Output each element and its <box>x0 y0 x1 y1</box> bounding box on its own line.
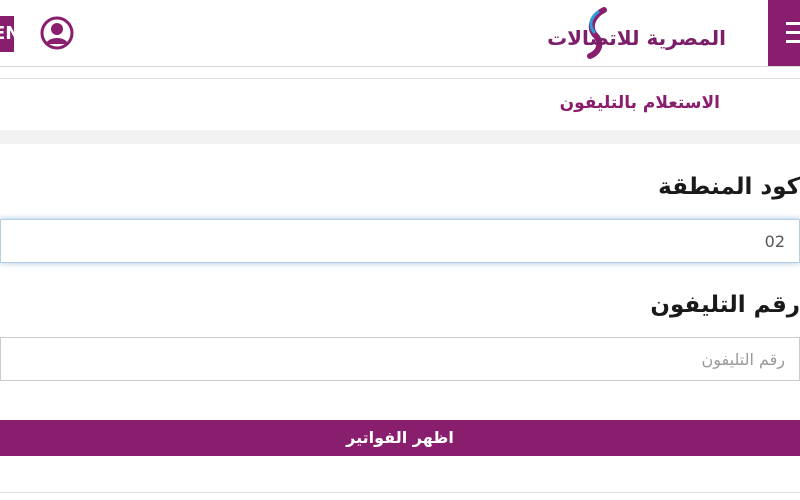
hamburger-menu-icon[interactable] <box>768 0 800 66</box>
area-code-label: كود المنطقة <box>658 174 800 200</box>
section-divider <box>0 130 800 144</box>
language-toggle-button[interactable]: EN <box>0 16 14 52</box>
breadcrumb: الاستعلام بالتليفون <box>0 78 800 132</box>
area-code-field[interactable] <box>0 219 800 263</box>
phone-field[interactable] <box>0 337 800 381</box>
show-bills-button[interactable]: اظهر الفواتير <box>0 420 800 456</box>
area-code-input[interactable] <box>1 220 799 262</box>
user-avatar-icon[interactable] <box>40 16 74 50</box>
footer-divider <box>0 492 800 493</box>
top-header: EN المصرية للاتصالات <box>0 0 800 67</box>
phone-input[interactable] <box>1 338 799 380</box>
page-title: الاستعلام بالتليفون <box>559 93 720 113</box>
phone-label: رقم التليفون <box>650 292 800 318</box>
brand-logo[interactable]: المصرية للاتصالات <box>547 6 764 60</box>
logo-text: المصرية للاتصالات <box>547 26 726 50</box>
